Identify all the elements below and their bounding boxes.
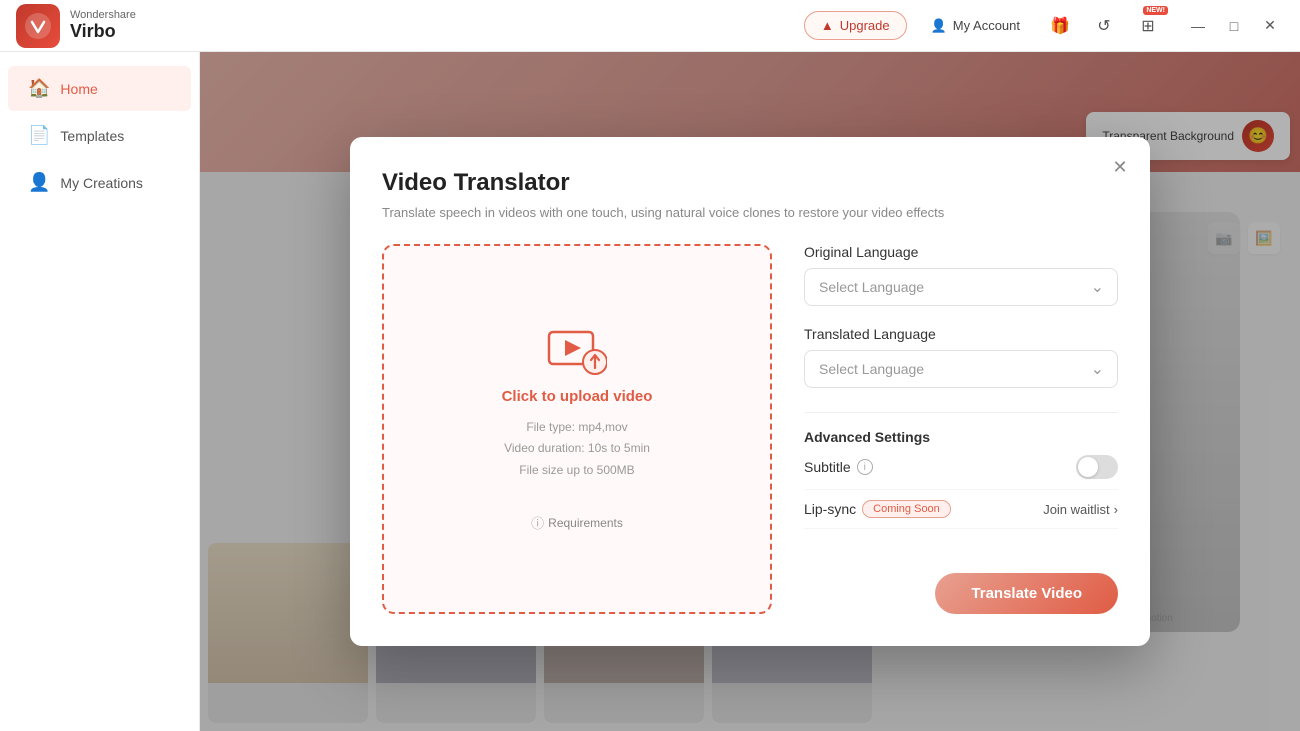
translated-language-field: Translated Language Select Language bbox=[804, 326, 1118, 388]
translated-language-label: Translated Language bbox=[804, 326, 1118, 342]
requirements-icon: ⓘ bbox=[531, 513, 544, 532]
maximize-button[interactable]: □ bbox=[1220, 12, 1248, 40]
templates-icon: 📄 bbox=[28, 125, 50, 146]
logo-text: Wondershare Virbo bbox=[70, 9, 136, 42]
history-icon-button[interactable]: ↺ bbox=[1088, 10, 1120, 42]
subtitle-label: Subtitle bbox=[804, 459, 851, 475]
file-type-label: File type: mp4,mov bbox=[504, 417, 650, 439]
file-size-label: File size up to 500MB bbox=[504, 460, 650, 482]
sidebar-item-home-label: Home bbox=[60, 81, 97, 97]
original-language-select-wrapper: Select Language bbox=[804, 268, 1118, 306]
translated-language-select[interactable]: Select Language bbox=[804, 350, 1118, 388]
upload-video-icon bbox=[547, 326, 607, 376]
sidebar-item-my-creations[interactable]: 👤 My Creations bbox=[8, 160, 191, 205]
lipsync-setting-row: Lip-sync Coming Soon Join waitlist › bbox=[804, 490, 1118, 529]
sidebar: 🏠 Home 📄 Templates 👤 My Creations bbox=[0, 52, 200, 731]
join-waitlist-chevron: › bbox=[1114, 502, 1118, 517]
new-badge: NEW! bbox=[1143, 6, 1168, 15]
original-language-label: Original Language bbox=[804, 244, 1118, 260]
requirements-label: Requirements bbox=[548, 516, 623, 530]
app-logo-icon bbox=[16, 4, 60, 48]
sidebar-item-my-creations-label: My Creations bbox=[60, 175, 142, 191]
upload-info: File type: mp4,mov Video duration: 10s t… bbox=[504, 417, 650, 482]
lipsync-left: Lip-sync Coming Soon bbox=[804, 500, 951, 518]
translate-video-button[interactable]: Translate Video bbox=[935, 573, 1118, 614]
gift-icon-button[interactable]: 🎁 bbox=[1044, 10, 1076, 42]
title-bar-actions: ▲ Upgrade 👤 My Account 🎁 ↺ ⊞ NEW! — □ ✕ bbox=[804, 10, 1284, 42]
upgrade-icon: ▲ bbox=[821, 18, 834, 33]
logo-area: Wondershare Virbo bbox=[16, 4, 136, 48]
main-area: 🏠 Home 📄 Templates 👤 My Creations Transp… bbox=[0, 52, 1300, 731]
window-controls: — □ ✕ bbox=[1184, 12, 1284, 40]
home-icon: 🏠 bbox=[28, 78, 50, 99]
modal-close-button[interactable]: ✕ bbox=[1106, 153, 1134, 181]
my-account-button[interactable]: 👤 My Account bbox=[919, 12, 1032, 40]
app-window: Wondershare Virbo ▲ Upgrade 👤 My Account… bbox=[0, 0, 1300, 731]
sidebar-item-templates[interactable]: 📄 Templates bbox=[8, 113, 191, 158]
right-panel: Original Language Select Language Transl… bbox=[804, 244, 1118, 614]
my-creations-icon: 👤 bbox=[28, 172, 50, 193]
modal-title: Video Translator bbox=[382, 169, 1118, 197]
original-language-field: Original Language Select Language bbox=[804, 244, 1118, 306]
join-waitlist-label: Join waitlist bbox=[1043, 502, 1109, 517]
lipsync-label: Lip-sync bbox=[804, 501, 856, 517]
minimize-button[interactable]: — bbox=[1184, 12, 1212, 40]
title-bar: Wondershare Virbo ▲ Upgrade 👤 My Account… bbox=[0, 0, 1300, 52]
my-account-label: My Account bbox=[953, 18, 1020, 33]
content-bg: Transparent Background 😊 📷 🖼️ Super-Prom… bbox=[200, 52, 1300, 731]
video-translator-modal: ✕ Video Translator Translate speech in v… bbox=[350, 137, 1150, 646]
requirements-link[interactable]: ⓘ Requirements bbox=[531, 513, 623, 532]
account-icon: 👤 bbox=[931, 18, 947, 34]
brand-name: Wondershare bbox=[70, 9, 136, 21]
upgrade-button[interactable]: ▲ Upgrade bbox=[804, 11, 907, 40]
advanced-settings-label: Advanced Settings bbox=[804, 412, 1118, 445]
apps-icon-button[interactable]: ⊞ NEW! bbox=[1132, 10, 1164, 42]
advanced-settings-section: Advanced Settings Subtitle i bbox=[804, 408, 1118, 529]
close-button[interactable]: ✕ bbox=[1256, 12, 1284, 40]
video-duration-label: Video duration: 10s to 5min bbox=[504, 438, 650, 460]
sidebar-item-templates-label: Templates bbox=[60, 128, 124, 144]
modal-overlay: ✕ Video Translator Translate speech in v… bbox=[200, 52, 1300, 731]
upgrade-label: Upgrade bbox=[840, 18, 890, 33]
subtitle-setting-row: Subtitle i bbox=[804, 445, 1118, 490]
original-language-select[interactable]: Select Language bbox=[804, 268, 1118, 306]
subtitle-left: Subtitle i bbox=[804, 459, 873, 475]
subtitle-info-icon: i bbox=[857, 459, 873, 475]
subtitle-toggle[interactable] bbox=[1076, 455, 1118, 479]
join-waitlist-button[interactable]: Join waitlist › bbox=[1043, 502, 1118, 517]
coming-soon-badge: Coming Soon bbox=[862, 500, 951, 518]
translated-language-select-wrapper: Select Language bbox=[804, 350, 1118, 388]
upload-area[interactable]: Click to upload video File type: mp4,mov… bbox=[382, 244, 772, 614]
modal-body: Click to upload video File type: mp4,mov… bbox=[382, 244, 1118, 614]
product-name: Virbo bbox=[70, 21, 136, 42]
translate-button-row: Translate Video bbox=[804, 573, 1118, 614]
sidebar-item-home[interactable]: 🏠 Home bbox=[8, 66, 191, 111]
modal-subtitle: Translate speech in videos with one touc… bbox=[382, 205, 1118, 220]
click-to-upload-label: Click to upload video bbox=[502, 388, 653, 405]
